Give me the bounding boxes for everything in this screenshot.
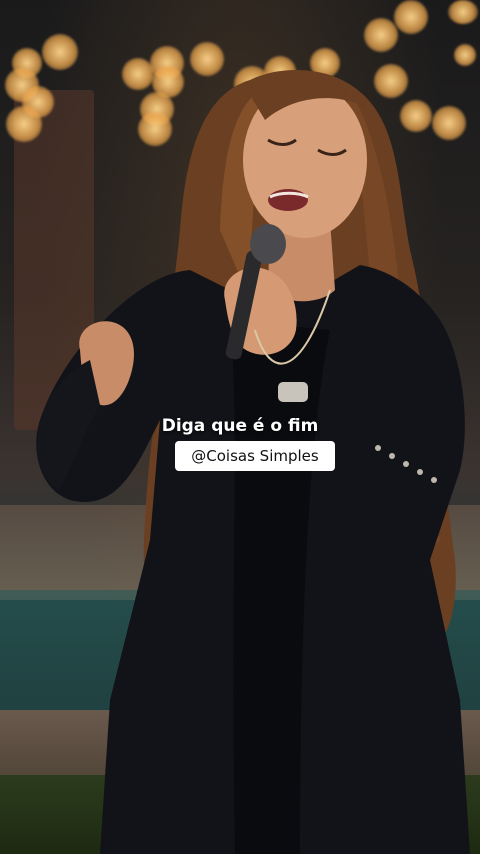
microphone-head — [250, 224, 286, 264]
watch — [278, 382, 308, 402]
channel-handle-tag[interactable]: @Coisas Simples — [175, 441, 335, 471]
lyric-caption: Diga que é o fim — [161, 416, 319, 436]
video-frame: Diga que é o fim @Coisas Simples — [0, 0, 480, 854]
channel-handle-text: @Coisas Simples — [191, 447, 319, 465]
